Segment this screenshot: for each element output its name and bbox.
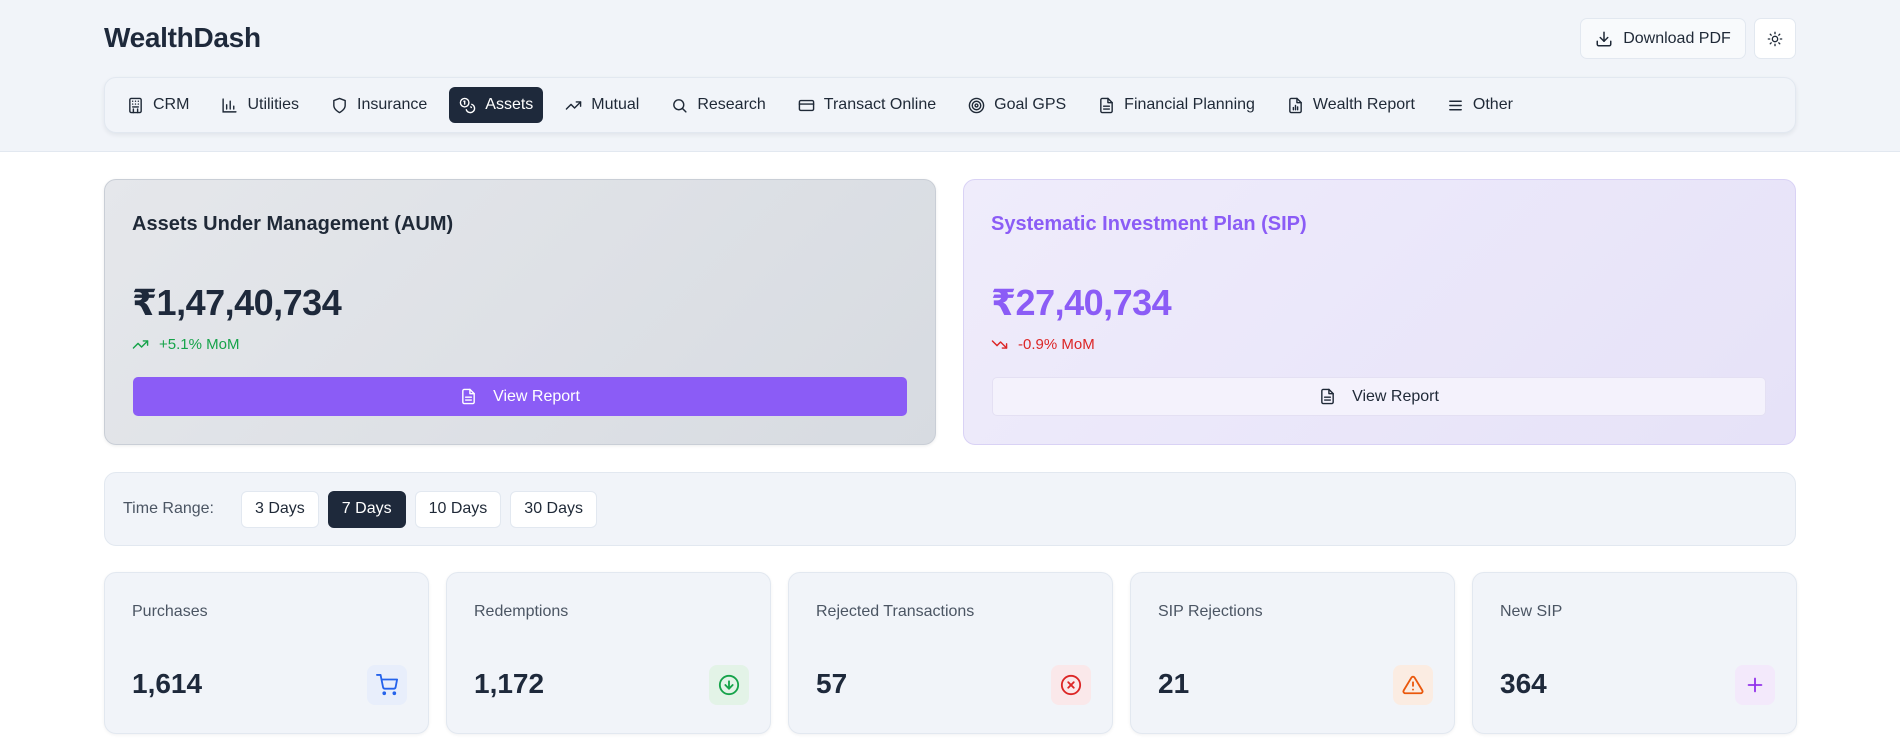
nav-item-label: Wealth Report (1312, 96, 1415, 113)
time-range-bar: Time Range: 3 Days 7 Days 10 Days 30 Day… (104, 472, 1796, 546)
bar-chart-icon (221, 97, 238, 114)
coins-icon (459, 97, 476, 114)
nav-item-financial-planning[interactable]: Financial Planning (1088, 87, 1265, 123)
main-nav: CRM Utilities Insurance Assets Mutual Re… (104, 77, 1796, 133)
trending-up-icon (565, 97, 582, 114)
nav-item-crm[interactable]: CRM (117, 87, 199, 123)
aum-change-text: +5.1% MoM (159, 336, 240, 353)
nav-item-label: Utilities (247, 96, 299, 113)
menu-icon (1447, 97, 1464, 114)
arrow-down-circle-icon (709, 665, 749, 705)
nav-item-label: Mutual (591, 96, 640, 113)
aum-value: ₹1,47,40,734 (132, 282, 342, 323)
stat-label: New SIP (1500, 603, 1563, 620)
nav-item-other[interactable]: Other (1437, 87, 1523, 123)
stat-label: Redemptions (474, 603, 569, 620)
aum-view-report-button[interactable]: View Report (133, 377, 907, 416)
time-range-30-days[interactable]: 30 Days (510, 490, 597, 528)
file-text-icon (460, 388, 477, 405)
stat-value: 1,172 (474, 668, 545, 699)
file-text-icon (1098, 97, 1115, 114)
stat-card-rejected-transactions: Rejected Transactions 57 (788, 572, 1113, 734)
theme-toggle-button[interactable] (1754, 18, 1796, 59)
nav-item-wealth-report[interactable]: Wealth Report (1277, 87, 1425, 123)
stat-card-purchases: Purchases 1,614 (104, 572, 429, 734)
download-pdf-button[interactable]: Download PDF (1580, 18, 1746, 59)
sip-card: Systematic Investment Plan (SIP) ₹27,40,… (963, 179, 1796, 445)
nav-item-assets[interactable]: Assets (449, 87, 544, 123)
stat-card-new-sip: New SIP 364 (1472, 572, 1797, 734)
nav-item-label: Financial Planning (1124, 96, 1255, 113)
aum-view-report-label: View Report (493, 387, 580, 405)
stat-card-sip-rejections: SIP Rejections 21 (1130, 572, 1455, 734)
nav-item-goal-gps[interactable]: Goal GPS (958, 87, 1076, 123)
stat-label: Rejected Transactions (816, 603, 975, 620)
building-icon (127, 97, 144, 114)
target-icon (968, 97, 985, 114)
sip-value: ₹27,40,734 (991, 282, 1172, 323)
stat-card-redemptions: Redemptions 1,172 (446, 572, 771, 734)
nav-item-label: Goal GPS (994, 96, 1067, 113)
time-range-3-days[interactable]: 3 Days (241, 490, 319, 528)
sip-view-report-button[interactable]: View Report (992, 377, 1766, 416)
trending-up-icon (132, 336, 149, 353)
stat-value: 21 (1158, 668, 1190, 699)
credit-card-icon (798, 97, 815, 114)
sip-view-report-label: View Report (1352, 387, 1439, 405)
sip-change-text: -0.9% MoM (1018, 336, 1095, 353)
file-text-icon (1319, 388, 1336, 405)
stat-value: 57 (816, 668, 848, 699)
shopping-cart-icon (367, 665, 407, 705)
download-pdf-label: Download PDF (1623, 29, 1731, 47)
time-range-10-days[interactable]: 10 Days (414, 490, 502, 528)
time-range-7-days[interactable]: 7 Days (327, 490, 406, 528)
nav-item-label: Other (1472, 96, 1513, 113)
nav-item-mutual[interactable]: Mutual (555, 87, 649, 123)
nav-item-label: Research (697, 96, 766, 113)
nav-item-label: CRM (153, 96, 190, 113)
time-range-label: Time Range: (123, 500, 214, 517)
aum-change: +5.1% MoM (132, 336, 239, 353)
sip-title: Systematic Investment Plan (SIP) (991, 213, 1307, 235)
nav-item-research[interactable]: Research (661, 87, 775, 123)
file-chart-icon (1287, 97, 1304, 114)
search-icon (671, 97, 688, 114)
nav-item-label: Transact Online (823, 96, 937, 113)
shield-icon (331, 97, 348, 114)
aum-title: Assets Under Management (AUM) (132, 213, 454, 235)
sun-icon (1767, 31, 1783, 47)
aum-card: Assets Under Management (AUM) ₹1,47,40,7… (104, 179, 936, 445)
stat-label: Purchases (132, 603, 208, 620)
nav-item-label: Assets (485, 96, 534, 113)
trending-down-icon (991, 336, 1008, 353)
brand-logo: WealthDash (104, 22, 261, 53)
x-circle-icon (1051, 665, 1091, 705)
nav-item-insurance[interactable]: Insurance (321, 87, 437, 123)
stat-value: 1,614 (132, 668, 203, 699)
plus-icon (1735, 665, 1775, 705)
sip-change: -0.9% MoM (991, 336, 1095, 353)
nav-item-label: Insurance (357, 96, 428, 113)
header: WealthDash Download PDF CRM Utilities In… (0, 0, 1900, 152)
stat-value: 364 (1500, 668, 1547, 699)
stat-label: SIP Rejections (1158, 603, 1263, 620)
nav-item-transact-online[interactable]: Transact Online (788, 87, 946, 123)
download-icon (1595, 30, 1613, 48)
nav-item-utilities[interactable]: Utilities (211, 87, 309, 123)
alert-triangle-icon (1393, 665, 1433, 705)
